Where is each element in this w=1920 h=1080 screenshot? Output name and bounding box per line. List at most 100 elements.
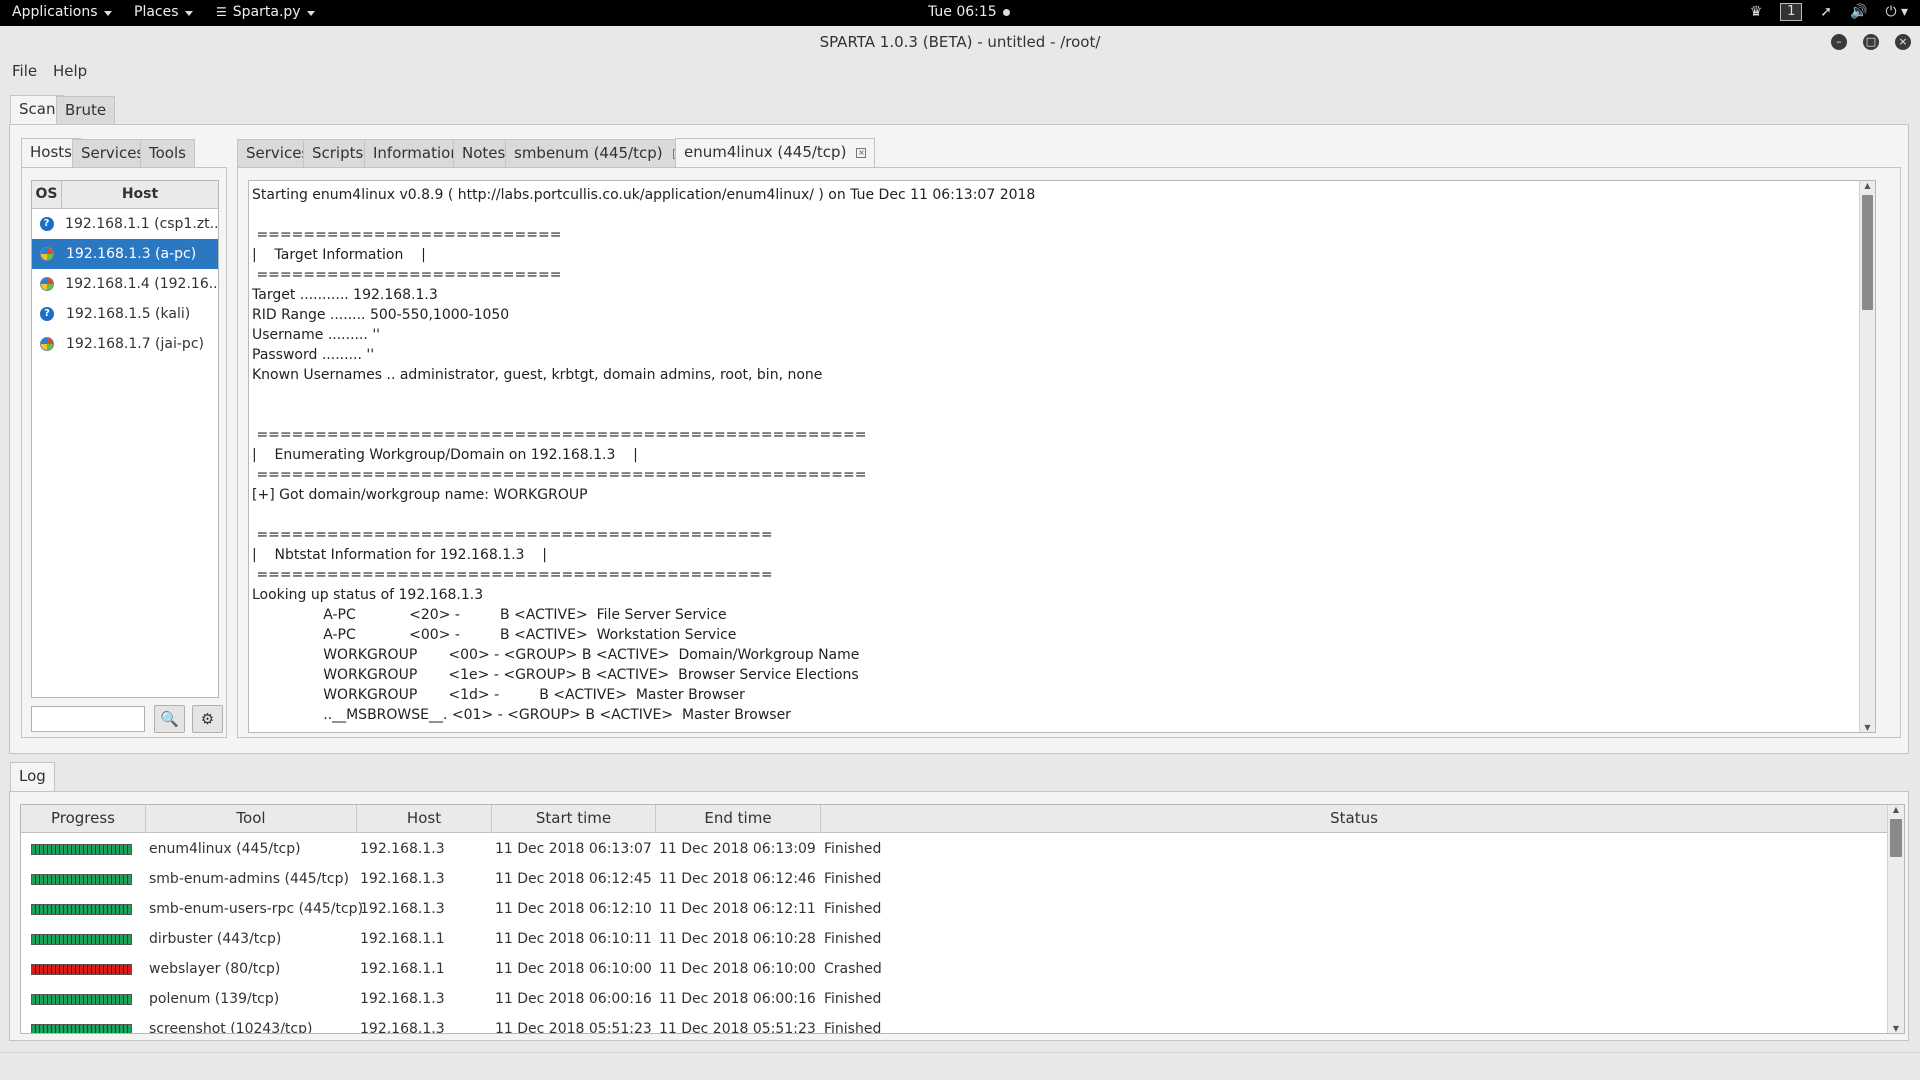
log-row[interactable]: screenshot (10243/tcp) 192.168.1.3 11 Dec … bbox=[21, 1015, 1887, 1034]
minimize-icon[interactable]: – bbox=[1831, 34, 1847, 50]
maximize-icon[interactable]: □ bbox=[1863, 34, 1879, 50]
log-row[interactable]: webslayer (80/tcp) 192.168.1.1 11 Dec 2018… bbox=[21, 955, 1887, 985]
log-row[interactable]: enum4linux (445/tcp) 192.168.1.3 11 Dec 20… bbox=[21, 835, 1887, 865]
column-start-time[interactable]: Start time bbox=[492, 805, 656, 833]
windows-os-icon bbox=[40, 337, 54, 351]
log-table: Progress Tool Host Start time End time S… bbox=[20, 804, 1905, 1034]
host-name: 192.168.1.1 (csp1.zt... bbox=[65, 216, 218, 232]
log-row[interactable]: smb-enum-users-rpc (445/tcp) 192.168.1.3 1… bbox=[21, 895, 1887, 925]
tab-brute[interactable]: Brute bbox=[56, 96, 116, 124]
scrollbar-thumb[interactable] bbox=[1890, 819, 1902, 857]
host-settings-button[interactable]: ⚙ bbox=[192, 705, 223, 733]
log-row[interactable]: dirbuster (443/tcp) 192.168.1.1 11 Dec 201… bbox=[21, 925, 1887, 955]
scroll-up-icon[interactable]: ▲ bbox=[1860, 181, 1875, 190]
log-row[interactable]: polenum (139/tcp) 192.168.1.3 11 Dec 2018 … bbox=[21, 985, 1887, 1015]
progress-bar bbox=[31, 874, 132, 885]
scrollbar-thumb[interactable] bbox=[1862, 195, 1873, 310]
output-text: Starting enum4linux v0.8.9 ( http://labs… bbox=[252, 187, 1036, 723]
log-cell-end: 11 Dec 2018 06:12:46 bbox=[659, 871, 816, 887]
progress-bar bbox=[31, 1024, 132, 1033]
host-name: 192.168.1.7 (jai-pc) bbox=[66, 336, 204, 352]
scroll-down-icon[interactable]: ▼ bbox=[1860, 723, 1875, 732]
log-cell-start: 11 Dec 2018 06:12:45 bbox=[495, 871, 652, 887]
system-tray: ♛ 1 ➚ 🔊 ⏻ ▾ bbox=[1750, 3, 1908, 21]
tool-output-text[interactable]: Starting enum4linux v0.8.9 ( http://labs… bbox=[248, 180, 1876, 733]
app-menu[interactable]: ☰ Sparta.py bbox=[216, 4, 315, 20]
log-cell-end: 11 Dec 2018 05:51:23 bbox=[659, 1021, 816, 1034]
workspace-indicator[interactable]: 1 bbox=[1780, 3, 1803, 21]
log-cell-host: 192.168.1.3 bbox=[360, 841, 445, 857]
log-cell-start: 11 Dec 2018 06:12:10 bbox=[495, 901, 652, 917]
log-cell-status: Finished bbox=[824, 1021, 882, 1034]
scroll-down-icon[interactable]: ▼ bbox=[1888, 1024, 1904, 1033]
host-row[interactable]: 192.168.1.4 (192.16... bbox=[32, 269, 218, 299]
column-os[interactable]: OS bbox=[32, 181, 62, 208]
tab-scripts[interactable]: Scripts bbox=[303, 139, 373, 167]
windows-os-icon bbox=[39, 277, 54, 291]
search-icon: 🔍 bbox=[160, 710, 179, 728]
chevron-down-icon bbox=[184, 10, 193, 16]
host-name: 192.168.1.5 (kali) bbox=[66, 306, 191, 322]
applications-menu[interactable]: Applications bbox=[12, 4, 112, 20]
column-host[interactable]: Host bbox=[62, 181, 218, 208]
top-panel: Applications Places ☰ Sparta.py Tue 06:1… bbox=[0, 0, 1920, 26]
window-title: SPARTA 1.0.3 (BETA) - untitled - /root/ bbox=[819, 33, 1101, 51]
host-name: 192.168.1.4 (192.16... bbox=[65, 276, 218, 292]
column-progress[interactable]: Progress bbox=[21, 805, 146, 833]
log-cell-end: 11 Dec 2018 06:00:16 bbox=[659, 991, 816, 1007]
tab-log[interactable]: Log bbox=[10, 762, 55, 792]
applications-label: Applications bbox=[12, 4, 98, 20]
tab-tools[interactable]: Tools bbox=[140, 139, 195, 167]
column-host[interactable]: Host bbox=[357, 805, 492, 833]
host-row[interactable]: ? 192.168.1.1 (csp1.zt... bbox=[32, 209, 218, 239]
close-icon[interactable]: × bbox=[1895, 34, 1911, 50]
power-icon[interactable]: ⏻ ▾ bbox=[1885, 3, 1908, 21]
log-table-header: Progress Tool Host Start time End time S… bbox=[21, 805, 1887, 833]
log-cell-end: 11 Dec 2018 06:10:28 bbox=[659, 931, 816, 947]
column-tool[interactable]: Tool bbox=[146, 805, 357, 833]
notification-dot-icon bbox=[1002, 8, 1010, 16]
log-cell-tool: polenum (139/tcp) bbox=[149, 991, 280, 1007]
clock[interactable]: Tue 06:15 bbox=[928, 4, 1010, 20]
column-status[interactable]: Status bbox=[821, 805, 1887, 833]
host-table: OS Host ? 192.168.1.1 (csp1.zt... 192.16… bbox=[31, 180, 219, 698]
chevron-down-icon bbox=[306, 10, 315, 16]
scroll-up-icon[interactable]: ▲ bbox=[1888, 805, 1904, 814]
log-scrollbar[interactable]: ▲ ▼ bbox=[1887, 805, 1904, 1033]
output-scrollbar[interactable]: ▲ ▼ bbox=[1859, 181, 1875, 732]
log-cell-host: 192.168.1.1 bbox=[360, 961, 445, 977]
log-cell-start: 11 Dec 2018 06:00:16 bbox=[495, 991, 652, 1007]
log-cell-tool: webslayer (80/tcp) bbox=[149, 961, 281, 977]
windows-os-icon bbox=[40, 247, 54, 261]
log-cell-start: 11 Dec 2018 05:51:23 bbox=[495, 1021, 652, 1034]
app-menu-label: Sparta.py bbox=[232, 4, 301, 20]
menu-file[interactable]: File bbox=[12, 62, 37, 80]
places-menu[interactable]: Places bbox=[134, 4, 193, 20]
progress-bar bbox=[31, 934, 132, 945]
host-row-selected[interactable]: 192.168.1.3 (a-pc) bbox=[32, 239, 218, 269]
log-cell-host: 192.168.1.3 bbox=[360, 901, 445, 917]
log-cell-tool: screenshot (10243/tcp) bbox=[149, 1021, 313, 1034]
log-cell-status: Crashed bbox=[824, 961, 882, 977]
volume-icon[interactable]: 🔊 bbox=[1850, 3, 1867, 21]
tab-enum4linux[interactable]: enum4linux (445/tcp) × bbox=[675, 138, 876, 168]
progress-bar bbox=[31, 994, 132, 1005]
log-row[interactable]: smb-enum-admins (445/tcp) 192.168.1.3 11 D… bbox=[21, 865, 1887, 895]
host-row[interactable]: 192.168.1.7 (jai-pc) bbox=[32, 329, 218, 359]
log-cell-host: 192.168.1.3 bbox=[360, 871, 445, 887]
host-row[interactable]: ? 192.168.1.5 (kali) bbox=[32, 299, 218, 329]
clock-label: Tue 06:15 bbox=[928, 4, 997, 20]
log-cell-status: Finished bbox=[824, 841, 882, 857]
log-cell-end: 11 Dec 2018 06:12:11 bbox=[659, 901, 816, 917]
tab-smbenum[interactable]: smbenum (445/tcp)× bbox=[505, 139, 692, 167]
log-cell-status: Finished bbox=[824, 871, 882, 887]
log-cell-status: Finished bbox=[824, 931, 882, 947]
search-button[interactable]: 🔍 bbox=[154, 705, 185, 733]
menu-help[interactable]: Help bbox=[53, 62, 87, 80]
column-end-time[interactable]: End time bbox=[656, 805, 821, 833]
unknown-os-icon: ? bbox=[39, 217, 54, 231]
close-icon[interactable]: × bbox=[856, 147, 867, 158]
host-filter-input[interactable] bbox=[31, 706, 145, 732]
people-icon[interactable]: ♛ bbox=[1750, 3, 1763, 21]
network-icon[interactable]: ➚ bbox=[1820, 3, 1832, 21]
